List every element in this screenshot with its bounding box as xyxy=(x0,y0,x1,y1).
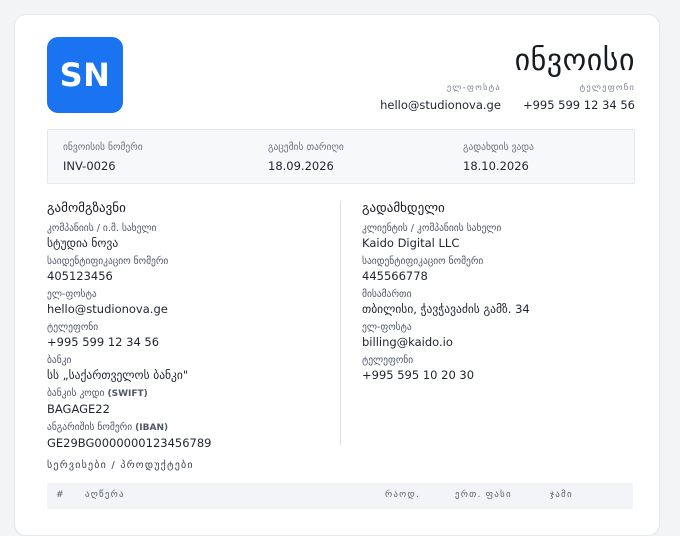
recipient-phone: +995 595 10 20 30 xyxy=(362,368,475,382)
column-description: აღწერა xyxy=(85,490,125,500)
sender-bank-label: ბანკი xyxy=(47,355,72,366)
services-table-header: # აღწერა რაოდ. ერთ. ფასი ჯამი xyxy=(47,483,633,509)
header-email: ელ-ფოსტა hello@studionova.ge xyxy=(380,83,501,112)
meta-issue-date: გაცემის თარიღი 18.09.2026 xyxy=(268,142,344,173)
header-phone-label: ტელეფონი xyxy=(579,83,635,93)
column-total: ჯამი xyxy=(550,490,573,500)
invoice-page: SN ინვოისი ელ-ფოსტა hello@studionova.ge … xyxy=(14,14,660,536)
recipient-address: თბილისი, ჭავჭავაძის გამზ. 34 xyxy=(362,302,530,316)
services-title: სერვისები / პროდუქტები xyxy=(47,460,194,471)
recipient-id-label: საიდენტიფიკაციო ნომერი xyxy=(362,256,484,267)
column-number: # xyxy=(56,490,65,500)
column-unit-price: ერთ. ფასი xyxy=(455,490,512,500)
recipient-email: billing@kaido.io xyxy=(362,335,453,349)
meta-invoice-number-value: INV-0026 xyxy=(63,159,116,173)
invoice-title: ინვოისი xyxy=(514,43,635,78)
column-quantity: რაოდ. xyxy=(385,490,421,500)
sender-swift: BAGAGE22 xyxy=(47,402,110,416)
recipient-address-label: მისამართი xyxy=(362,289,412,300)
sender-email-label: ელ-ფოსტა xyxy=(47,289,97,300)
sender-company: სტუდია ნოვა xyxy=(47,236,119,250)
sender-iban-label-code: (IBAN) xyxy=(135,423,169,433)
sender-phone: +995 599 12 34 56 xyxy=(47,335,160,349)
recipient-email-label: ელ-ფოსტა xyxy=(362,322,412,333)
sender-swift-label-text: ბანკის კოდი xyxy=(47,388,105,399)
sender-section: გამომგზავნი კომპანიის / ი.მ. სახელი სტუდ… xyxy=(47,201,211,452)
parties-divider xyxy=(340,201,341,445)
sender-bank: სს „საქართველოს ბანკი" xyxy=(47,368,189,382)
sender-swift-label-code: (SWIFT) xyxy=(107,389,148,399)
company-logo: SN xyxy=(47,37,123,113)
sender-company-label: კომპანიის / ი.მ. სახელი xyxy=(47,223,157,234)
header-phone-value: +995 599 12 34 56 xyxy=(522,98,635,112)
sender-email: hello@studionova.ge xyxy=(47,302,168,316)
sender-title: გამომგზავნი xyxy=(47,201,126,216)
meta-due-date-label: გადახდის ვადა xyxy=(463,142,534,153)
meta-invoice-number-label: ინვოისის ნომერი xyxy=(63,142,143,153)
sender-iban-label: ანგარიშის ნომერი (IBAN) xyxy=(47,421,211,435)
logo-text: SN xyxy=(59,56,111,94)
header-email-label: ელ-ფოსტა xyxy=(446,83,501,93)
invoice-meta: ინვოისის ნომერი INV-0026 გაცემის თარიღი … xyxy=(47,129,635,184)
sender-id-label: საიდენტიფიკაციო ნომერი xyxy=(47,256,169,267)
sender-phone-label: ტელეფონი xyxy=(47,322,99,333)
sender-id: 405123456 xyxy=(47,269,113,283)
sender-iban-label-text: ანგარიშის ნომერი xyxy=(47,422,133,433)
meta-due-date: გადახდის ვადა 18.10.2026 xyxy=(463,142,534,173)
header-contacts: ელ-ფოსტა hello@studionova.ge ტელეფონი +9… xyxy=(380,83,635,112)
recipient-phone-label: ტელეფონი xyxy=(362,355,414,366)
header-email-value: hello@studionova.ge xyxy=(380,98,501,112)
meta-invoice-number: ინვოისის ნომერი INV-0026 xyxy=(63,142,143,173)
meta-issue-date-value: 18.09.2026 xyxy=(268,159,334,173)
meta-due-date-value: 18.10.2026 xyxy=(463,159,529,173)
recipient-section: გადამხდელი კლიენტის / კომპანიის სახელი K… xyxy=(362,201,530,384)
recipient-id: 445566778 xyxy=(362,269,428,283)
recipient-company-label: კლიენტის / კომპანიის სახელი xyxy=(362,223,502,234)
recipient-title: გადამხდელი xyxy=(362,201,445,216)
meta-issue-date-label: გაცემის თარიღი xyxy=(268,142,344,153)
sender-iban: GE29BG0000000123456789 xyxy=(47,436,212,450)
recipient-company: Kaido Digital LLC xyxy=(362,236,460,250)
header-phone: ტელეფონი +995 599 12 34 56 xyxy=(523,83,635,112)
sender-swift-label: ბანკის კოდი (SWIFT) xyxy=(47,387,211,401)
